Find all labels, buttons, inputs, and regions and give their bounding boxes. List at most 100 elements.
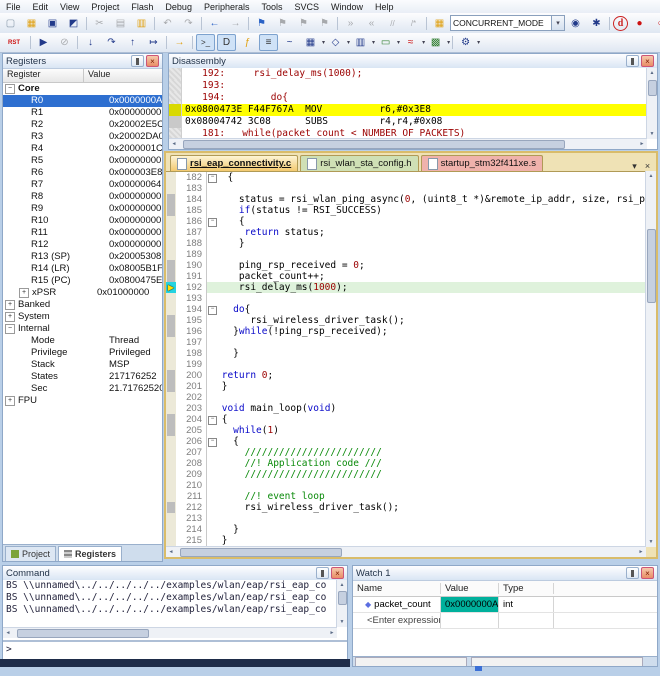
fold-margin[interactable]: −: [206, 172, 216, 183]
register-row[interactable]: R70x00000064: [3, 179, 162, 191]
editor-margin[interactable]: [166, 205, 176, 216]
register-row[interactable]: R80x00000000: [3, 191, 162, 203]
register-row[interactable]: R110x00000000: [3, 227, 162, 239]
register-row[interactable]: R14 (LR)0x08005B1F: [3, 263, 162, 275]
editor-margin[interactable]: ▶: [166, 282, 176, 293]
register-row[interactable]: +System: [3, 311, 162, 323]
forward-icon[interactable]: →: [226, 15, 245, 32]
menu-tools[interactable]: Tools: [255, 2, 288, 12]
editor-margin[interactable]: [166, 469, 176, 480]
register-row[interactable]: R60x000003E8: [3, 167, 162, 179]
editor-margin[interactable]: [166, 491, 176, 502]
editor-margin[interactable]: [166, 293, 176, 304]
menu-debug[interactable]: Debug: [159, 2, 198, 12]
code-line[interactable]: 213: [166, 513, 646, 524]
editor-horizontal-scrollbar[interactable]: ◄ ►: [166, 546, 646, 557]
redo-icon[interactable]: ↷: [179, 15, 198, 32]
fold-margin[interactable]: −: [206, 436, 216, 447]
editor-margin[interactable]: [166, 260, 176, 271]
save-all-icon[interactable]: ◩: [64, 15, 83, 32]
code-line[interactable]: 195 rsi_wireless_driver_task();: [166, 315, 646, 326]
collapse-icon[interactable]: −: [5, 324, 15, 334]
menu-project[interactable]: Project: [85, 2, 125, 12]
register-row[interactable]: R40x2000001C: [3, 143, 162, 155]
register-row[interactable]: −Core: [3, 83, 162, 95]
fold-margin[interactable]: [206, 480, 216, 491]
disassembly-gutter[interactable]: [169, 80, 182, 92]
close-icon[interactable]: ×: [641, 567, 654, 579]
editor-margin[interactable]: [166, 348, 176, 359]
fold-margin[interactable]: [206, 359, 216, 370]
register-row[interactable]: R100x00000000: [3, 215, 162, 227]
close-document-icon[interactable]: ×: [642, 161, 653, 171]
target-select-dropdown-icon[interactable]: ▾: [552, 15, 565, 31]
editor-margin[interactable]: [166, 524, 176, 535]
fold-margin[interactable]: [206, 524, 216, 535]
serial2-window-icon[interactable]: ▭: [376, 34, 395, 51]
register-row[interactable]: ModeThread: [3, 335, 162, 347]
analysis-window-icon[interactable]: ~: [280, 34, 299, 51]
menu-flash[interactable]: Flash: [125, 2, 159, 12]
menu-svcs[interactable]: SVCS: [289, 2, 326, 12]
open-folder-icon[interactable]: ▦: [22, 15, 41, 32]
pin-icon[interactable]: [131, 55, 144, 67]
command-input[interactable]: >: [3, 640, 347, 657]
fold-margin[interactable]: [206, 469, 216, 480]
code-line[interactable]: 210: [166, 480, 646, 491]
fold-margin[interactable]: [206, 535, 216, 546]
register-row[interactable]: R90x00000000: [3, 203, 162, 215]
bottom-tab-stub[interactable]: [471, 657, 643, 666]
register-row[interactable]: R13 (SP)0x20005308: [3, 251, 162, 263]
back-icon[interactable]: ←: [205, 15, 224, 32]
fold-margin[interactable]: [206, 183, 216, 194]
code-line[interactable]: 187 return status;: [166, 227, 646, 238]
editor-margin[interactable]: [166, 447, 176, 458]
editor-margin[interactable]: [166, 249, 176, 260]
tab-list-dropdown-icon[interactable]: ▾: [629, 161, 640, 171]
editor-margin[interactable]: [166, 227, 176, 238]
fold-margin[interactable]: [206, 513, 216, 524]
fold-margin[interactable]: [206, 403, 216, 414]
code-line[interactable]: 207 ////////////////////////: [166, 447, 646, 458]
collapse-icon[interactable]: −: [5, 84, 15, 94]
run-icon[interactable]: ▶: [34, 34, 53, 51]
tab-rsi-wlan-sta-config[interactable]: rsi_wlan_sta_config.h: [300, 155, 418, 171]
disassembly-line[interactable]: 0x08004742 3C08 SUBS r4,r4,#0x08: [169, 116, 647, 128]
system-viewer-icon[interactable]: ▦: [301, 34, 320, 51]
code-line[interactable]: 214 }: [166, 524, 646, 535]
fold-collapse-icon[interactable]: −: [208, 218, 217, 227]
stop-icon[interactable]: ⊘: [55, 34, 74, 51]
code-line[interactable]: 212 rsi_wireless_driver_task();: [166, 502, 646, 513]
disassembly-gutter[interactable]: [169, 92, 182, 104]
register-row[interactable]: R30x20002DA0: [3, 131, 162, 143]
step-over-icon[interactable]: ↷: [102, 34, 121, 51]
editor-margin[interactable]: [166, 183, 176, 194]
outdent-icon[interactable]: «: [362, 15, 381, 32]
pin-icon[interactable]: [316, 567, 329, 579]
disassembly-current-line[interactable]: 0x0800473E F44F767A MOV r6,#0x3E8: [169, 104, 647, 116]
editor-margin[interactable]: [166, 381, 176, 392]
bookmark-clear-icon[interactable]: ⚑: [315, 15, 334, 32]
code-line[interactable]: 215 }: [166, 535, 646, 546]
fold-margin[interactable]: −: [206, 304, 216, 315]
code-line[interactable]: 186− {: [166, 216, 646, 227]
register-row[interactable]: PrivilegePrivileged: [3, 347, 162, 359]
watch-window-icon[interactable]: ◇: [326, 34, 345, 51]
disassembly-horizontal-scrollbar[interactable]: ◄ ►: [169, 138, 647, 149]
code-line[interactable]: 188 }: [166, 238, 646, 249]
editor-margin[interactable]: [166, 403, 176, 414]
help-search-icon[interactable]: ✱: [587, 15, 606, 32]
register-row[interactable]: R10x00000000: [3, 107, 162, 119]
fold-margin[interactable]: [206, 227, 216, 238]
copy-icon[interactable]: ▤: [111, 15, 130, 32]
disassembly-line[interactable]: 193:: [169, 80, 647, 92]
menu-window[interactable]: Window: [325, 2, 369, 12]
bookmark-icon[interactable]: ⚑: [252, 15, 271, 32]
comment-icon[interactable]: //: [383, 15, 402, 32]
menu-peripherals[interactable]: Peripherals: [198, 2, 256, 12]
close-icon[interactable]: ×: [331, 567, 344, 579]
fold-margin[interactable]: [206, 425, 216, 436]
system-viewer-dropdown-icon[interactable]: ▾: [322, 39, 325, 46]
editor-margin[interactable]: [166, 502, 176, 513]
expand-icon[interactable]: +: [5, 312, 15, 322]
